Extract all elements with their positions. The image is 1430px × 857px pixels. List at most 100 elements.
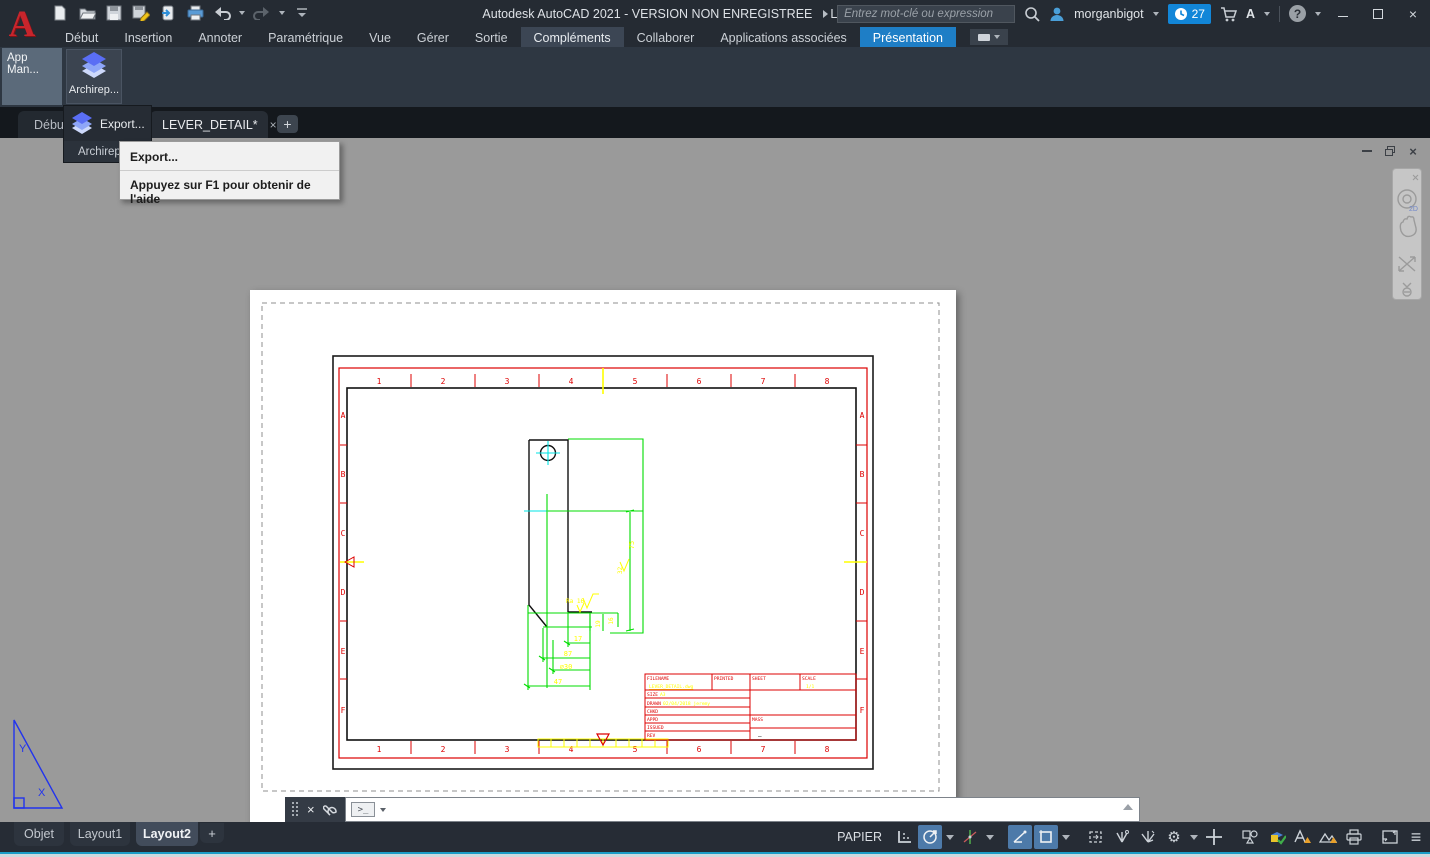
crosshair-icon[interactable]	[1202, 825, 1226, 849]
help-icon[interactable]: ?	[1289, 5, 1306, 22]
ribbon-tab-parametrique[interactable]: Paramétrique	[255, 27, 356, 47]
title-bar: Autodesk AutoCAD 2021 - VERSION NON ENRE…	[0, 0, 1430, 27]
wrench-icon[interactable]	[323, 802, 338, 817]
svg-text:8: 8	[825, 745, 830, 754]
export-menu-label: Export...	[100, 117, 145, 131]
cart-icon[interactable]	[1220, 6, 1237, 22]
object-snap-tracking-icon[interactable]	[1136, 825, 1160, 849]
annotation-scale-icon[interactable]	[1264, 825, 1288, 849]
ribbon-tab-presentation[interactable]: Présentation	[860, 27, 956, 47]
close-button[interactable]: ×	[1400, 4, 1426, 24]
undo-icon[interactable]	[212, 3, 232, 23]
ribbon-panel-app-manager[interactable]: App Man...	[2, 48, 62, 105]
autodesk-app-dropdown-icon[interactable]	[1264, 12, 1270, 16]
ribbon-tab-annoter[interactable]: Annoter	[185, 27, 255, 47]
ribbon-display-toggle[interactable]	[970, 29, 1008, 45]
publish-icon[interactable]	[158, 3, 178, 23]
navigation-bar[interactable]: 2D	[1392, 168, 1422, 300]
command-line-handle[interactable]: ×	[285, 797, 345, 822]
help-dropdown-icon[interactable]	[1315, 12, 1321, 16]
ribbon-tab-sortie[interactable]: Sortie	[462, 27, 521, 47]
maximize-button[interactable]	[1365, 4, 1391, 24]
selection-cycling-icon[interactable]	[1084, 825, 1108, 849]
ribbon-toggle-icon	[978, 34, 990, 41]
doc-tab-close-icon[interactable]: ×	[270, 118, 277, 132]
app-title: Autodesk AutoCAD 2021 - VERSION NON ENRE…	[482, 7, 812, 21]
gear-dropdown-icon[interactable]	[1190, 835, 1198, 840]
layout-paper[interactable]: 12 34 56 78 12 34 56 78 AB CD EF	[250, 290, 956, 822]
ribbon-tab-insertion[interactable]: Insertion	[111, 27, 185, 47]
drawing-canvas[interactable]: × 2D	[0, 138, 1430, 822]
osnap-dropdown-icon[interactable]	[1062, 835, 1070, 840]
graphics-performance-icon[interactable]	[1316, 825, 1340, 849]
undo-dropdown-icon[interactable]	[239, 11, 245, 15]
svg-text:4: 4	[569, 745, 574, 754]
search-expand-icon[interactable]	[823, 10, 828, 18]
autocad-logo[interactable]: A	[0, 0, 44, 48]
doc-close-icon[interactable]: ×	[1406, 144, 1420, 158]
command-history-caret-icon[interactable]	[380, 808, 386, 812]
annotation-visibility-icon[interactable]	[1290, 825, 1314, 849]
redo-icon[interactable]	[252, 3, 272, 23]
ribbon-tab-collaborer[interactable]: Collaborer	[624, 27, 708, 47]
new-file-icon[interactable]	[50, 3, 70, 23]
doc-tab-lever-detail[interactable]: LEVER_DETAIL* ×	[150, 111, 268, 138]
svg-text:LEVER_DETAIL.dwg: LEVER_DETAIL.dwg	[649, 684, 693, 690]
trial-clock-badge[interactable]: 27	[1168, 4, 1211, 24]
polar-dropdown-icon[interactable]	[986, 835, 994, 840]
command-prompt-icon[interactable]: >_	[351, 802, 375, 817]
new-drawing-tab-button[interactable]: +	[277, 115, 298, 133]
polar-tracking-icon[interactable]	[958, 825, 982, 849]
search-icon[interactable]	[1024, 6, 1040, 22]
autodesk-app-icon[interactable]: A	[1246, 7, 1255, 21]
status-menu-icon[interactable]: ≡	[1404, 825, 1428, 849]
command-close-icon[interactable]: ×	[307, 802, 315, 817]
annotation-objects-icon[interactable]	[1238, 825, 1262, 849]
layout-tab-layout2[interactable]: Layout2	[136, 822, 198, 846]
command-input[interactable]: >_	[345, 797, 1140, 822]
svg-text:F: F	[341, 706, 346, 715]
layout-tab-objet[interactable]: Objet	[14, 822, 64, 846]
username[interactable]: morganbigot	[1074, 7, 1144, 21]
object-snap-icon[interactable]	[1034, 825, 1058, 849]
qat-customize-icon[interactable]	[292, 3, 312, 23]
ribbon-tab-applications-associees[interactable]: Applications associées	[707, 27, 859, 47]
svg-text:SHEET: SHEET	[752, 676, 766, 682]
status-bar: Objet Layout1 Layout2 + PAPIER	[0, 822, 1430, 852]
doc-minimize-icon[interactable]	[1360, 144, 1374, 158]
archirep-button-label: Archirep...	[69, 84, 119, 96]
archirep-button[interactable]: Archirep...	[66, 49, 122, 104]
minimize-button[interactable]	[1330, 4, 1356, 24]
svg-text:B: B	[860, 470, 865, 479]
command-scroll-up-icon[interactable]	[1123, 804, 1133, 810]
open-folder-icon[interactable]	[77, 3, 97, 23]
ribbon-tab-complements[interactable]: Compléments	[521, 27, 624, 47]
drag-grip-icon[interactable]	[291, 801, 299, 818]
user-dropdown-icon[interactable]	[1153, 12, 1159, 16]
svg-text:1: 1	[377, 377, 382, 386]
doc-restore-icon[interactable]	[1383, 144, 1397, 158]
svg-text:4: 4	[569, 377, 574, 386]
grid-display-icon[interactable]	[892, 825, 916, 849]
snap-dropdown-icon[interactable]	[946, 835, 954, 840]
plot-icon[interactable]	[1342, 825, 1366, 849]
redo-dropdown-icon[interactable]	[279, 11, 285, 15]
layout-tab-layout1[interactable]: Layout1	[70, 822, 130, 846]
paper-space-toggle[interactable]: PAPIER	[829, 825, 890, 849]
clean-screen-icon[interactable]	[1378, 825, 1402, 849]
save-as-icon[interactable]	[131, 3, 151, 23]
user-icon[interactable]	[1049, 6, 1065, 22]
customization-gear-icon[interactable]: ⚙	[1162, 825, 1186, 849]
save-icon[interactable]	[104, 3, 124, 23]
ribbon-tab-vue[interactable]: Vue	[356, 27, 404, 47]
print-icon[interactable]	[185, 3, 205, 23]
ribbon-tab-gerer[interactable]: Gérer	[404, 27, 462, 47]
osnap-3d-icon[interactable]	[1110, 825, 1134, 849]
ortho-mode-icon[interactable]	[1008, 825, 1032, 849]
svg-text:1/1: 1/1	[806, 684, 815, 690]
help-search-input[interactable]	[837, 5, 1015, 23]
ribbon-tab-debut[interactable]: Début	[52, 27, 111, 47]
snap-mode-icon[interactable]	[918, 825, 942, 849]
export-menu-item[interactable]: Export...	[64, 106, 151, 141]
new-layout-button[interactable]: +	[200, 823, 224, 843]
